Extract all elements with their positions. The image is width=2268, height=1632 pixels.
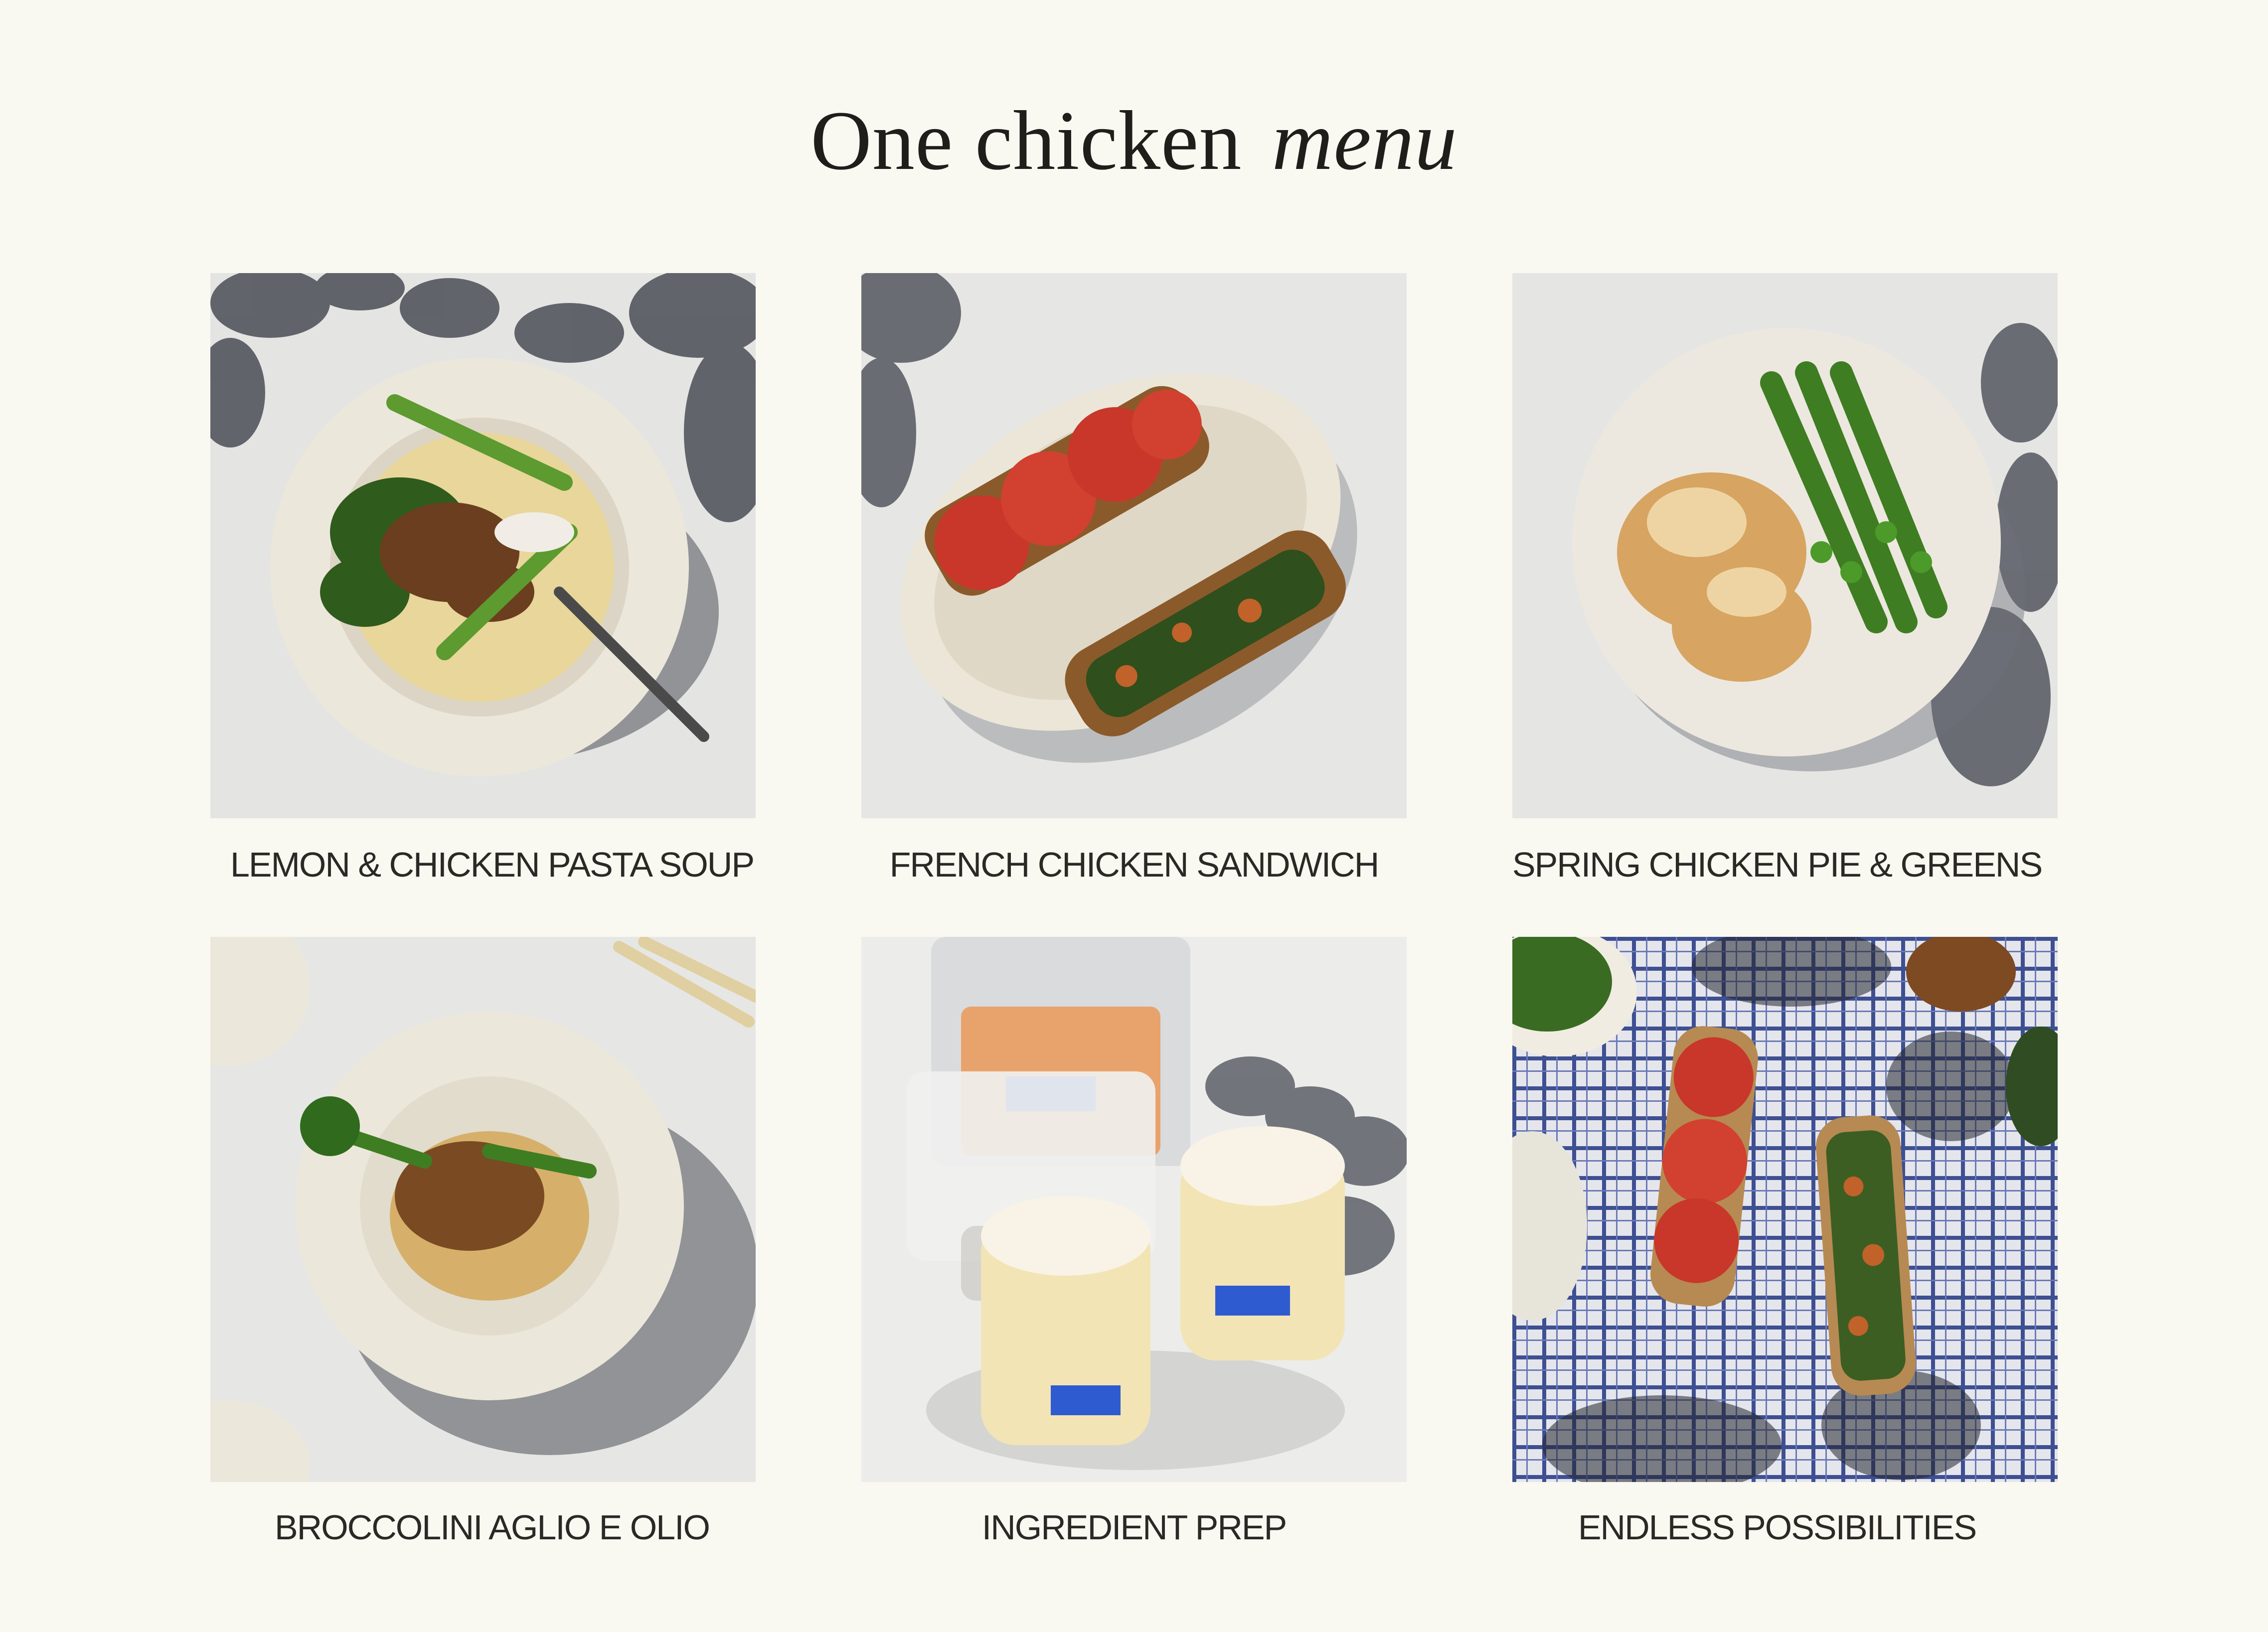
picnic-table-illustration: [1512, 937, 2058, 1482]
title-accent: menu: [1272, 94, 1458, 187]
chicken-pie-photo[interactable]: [1512, 273, 2058, 818]
chicken-pie-illustration: [1512, 273, 2058, 818]
broccolini-pasta-photo[interactable]: [210, 937, 756, 1482]
ingredient-prep-photo[interactable]: [861, 937, 1407, 1482]
caption-broccolini-pasta: BROCCOLINI AGLIO E OLIO: [274, 1508, 710, 1547]
caption-ingredient-prep: INGREDIENT PREP: [981, 1508, 1288, 1547]
picnic-table-photo[interactable]: [1512, 937, 2058, 1482]
chicken-sandwich-illustration: [861, 273, 1407, 818]
broccolini-pasta-illustration: [210, 937, 756, 1482]
caption-picnic-table: ENDLESS POSSIBILITIES: [1578, 1508, 1977, 1547]
chicken-sandwich-photo[interactable]: [861, 273, 1407, 818]
pasta-soup-illustration: [210, 273, 756, 818]
caption-pasta-soup: LEMON & CHICKEN PASTA SOUP: [230, 845, 755, 884]
caption-chicken-sandwich: FRENCH CHICKEN SANDWICH: [889, 845, 1380, 884]
title-lead: One chicken: [810, 94, 1242, 187]
menu-page: One chicken menu LEMON & CHICKEN PASTA S…: [0, 0, 2268, 1632]
ingredient-prep-illustration: [861, 937, 1407, 1482]
page-title: One chicken menu: [0, 85, 2268, 195]
caption-chicken-pie: SPRING CHICKEN PIE & GREENS: [1512, 845, 2043, 884]
pasta-soup-photo[interactable]: [210, 273, 756, 818]
